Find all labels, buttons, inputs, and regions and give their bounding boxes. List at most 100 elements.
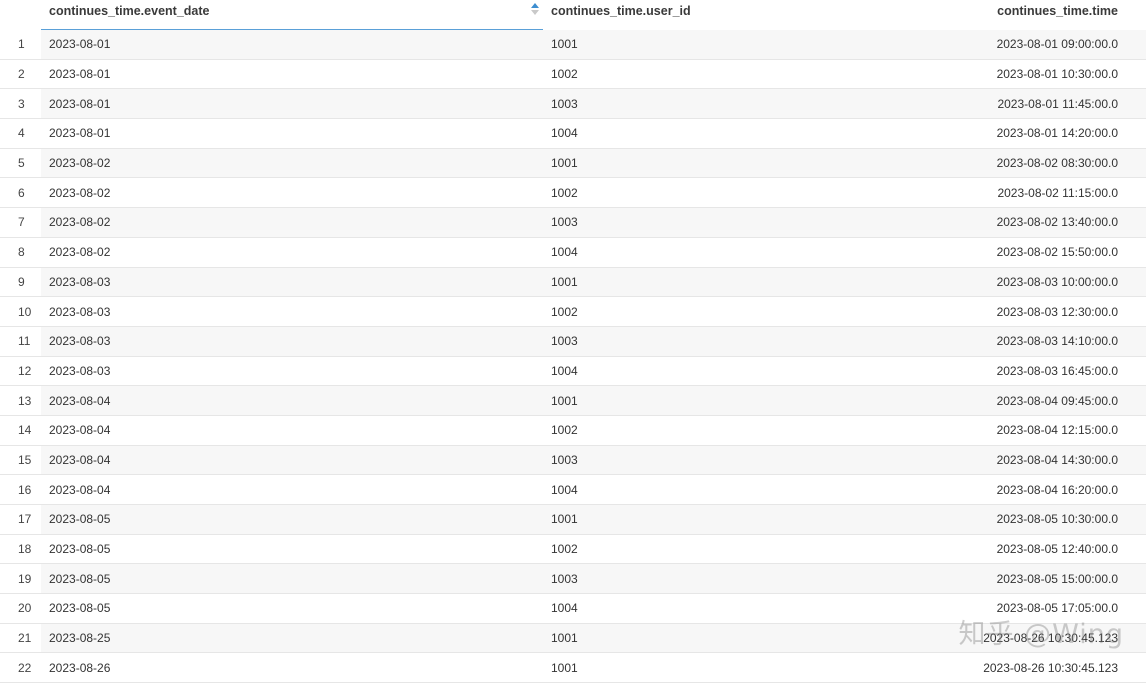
cell-event-date[interactable]: 2023-08-02	[41, 148, 543, 178]
cell-event-date[interactable]: 2023-08-05	[41, 534, 543, 564]
cell-time[interactable]: 2023-08-01 14:20:00.0	[843, 119, 1146, 148]
cell-event-date[interactable]: 2023-08-05	[41, 505, 543, 534]
table-row[interactable]: 20 2023-08-05 1004 2023-08-05 17:05:00.0	[0, 594, 1146, 624]
cell-time[interactable]: 2023-08-04 14:30:00.0	[843, 445, 1146, 475]
cell-event-date[interactable]: 2023-08-01	[41, 119, 543, 148]
cell-event-date[interactable]: 2023-08-01	[41, 30, 543, 59]
cell-user-id[interactable]: 1001	[543, 653, 843, 683]
cell-time[interactable]: 2023-08-01 10:30:00.0	[843, 59, 1146, 89]
cell-user-id[interactable]: 1001	[543, 505, 843, 534]
cell-time[interactable]: 2023-08-03 14:10:00.0	[843, 326, 1146, 356]
cell-time[interactable]: 2023-08-02 08:30:00.0	[843, 148, 1146, 178]
column-header-user-id[interactable]: continues_time.user_id	[543, 0, 843, 30]
column-header-event-date[interactable]: continues_time.event_date	[41, 0, 543, 30]
table-row[interactable]: 2 2023-08-01 1002 2023-08-01 10:30:00.0	[0, 59, 1146, 90]
cell-event-date[interactable]: 2023-08-04	[41, 475, 543, 504]
cell-time[interactable]: 2023-08-03 12:30:00.0	[843, 297, 1146, 326]
row-number: 15	[0, 445, 41, 475]
sort-ascending-icon[interactable]	[531, 3, 539, 16]
cell-user-id[interactable]: 1004	[543, 475, 843, 504]
cell-event-date[interactable]: 2023-08-03	[41, 297, 543, 326]
table-row[interactable]: 14 2023-08-04 1002 2023-08-04 12:15:00.0	[0, 415, 1146, 446]
cell-time[interactable]: 2023-08-02 15:50:00.0	[843, 237, 1146, 267]
table-row[interactable]: 18 2023-08-05 1002 2023-08-05 12:40:00.0	[0, 534, 1146, 565]
cell-user-id[interactable]: 1001	[543, 148, 843, 178]
cell-user-id[interactable]: 1004	[543, 594, 843, 623]
cell-event-date[interactable]: 2023-08-02	[41, 178, 543, 208]
row-number: 18	[0, 534, 41, 564]
table-row[interactable]: 17 2023-08-05 1001 2023-08-05 10:30:00.0	[0, 505, 1146, 535]
cell-user-id[interactable]: 1002	[543, 415, 843, 445]
cell-time[interactable]: 2023-08-04 16:20:00.0	[843, 475, 1146, 504]
row-number: 12	[0, 356, 41, 386]
cell-user-id[interactable]: 1001	[543, 623, 843, 653]
cell-time[interactable]: 2023-08-05 15:00:00.0	[843, 564, 1146, 594]
table-row[interactable]: 12 2023-08-03 1004 2023-08-03 16:45:00.0	[0, 356, 1146, 387]
cell-user-id[interactable]: 1004	[543, 356, 843, 386]
table-row[interactable]: 1 2023-08-01 1001 2023-08-01 09:00:00.0	[0, 30, 1146, 60]
row-number: 1	[0, 30, 41, 59]
cell-time[interactable]: 2023-08-03 10:00:00.0	[843, 267, 1146, 297]
table-row[interactable]: 3 2023-08-01 1003 2023-08-01 11:45:00.0	[0, 89, 1146, 120]
row-number: 2	[0, 59, 41, 89]
table-row[interactable]: 16 2023-08-04 1004 2023-08-04 16:20:00.0	[0, 475, 1146, 505]
cell-time[interactable]: 2023-08-05 10:30:00.0	[843, 505, 1146, 534]
cell-event-date[interactable]: 2023-08-03	[41, 356, 543, 386]
cell-user-id[interactable]: 1001	[543, 386, 843, 415]
cell-time[interactable]: 2023-08-02 11:15:00.0	[843, 178, 1146, 208]
table-row[interactable]: 19 2023-08-05 1003 2023-08-05 15:00:00.0	[0, 564, 1146, 595]
cell-time[interactable]: 2023-08-05 17:05:00.0	[843, 594, 1146, 623]
cell-time[interactable]: 2023-08-04 12:15:00.0	[843, 415, 1146, 445]
cell-user-id[interactable]: 1002	[543, 534, 843, 564]
table-row[interactable]: 5 2023-08-02 1001 2023-08-02 08:30:00.0	[0, 148, 1146, 179]
table-row[interactable]: 6 2023-08-02 1002 2023-08-02 11:15:00.0	[0, 178, 1146, 209]
row-number: 7	[0, 208, 41, 237]
cell-event-date[interactable]: 2023-08-26	[41, 653, 543, 683]
cell-user-id[interactable]: 1003	[543, 89, 843, 119]
table-row[interactable]: 13 2023-08-04 1001 2023-08-04 09:45:00.0	[0, 386, 1146, 416]
table-row[interactable]: 22 2023-08-26 1001 2023-08-26 10:30:45.123	[0, 653, 1146, 683]
cell-time[interactable]: 2023-08-02 13:40:00.0	[843, 208, 1146, 237]
cell-time[interactable]: 2023-08-01 11:45:00.0	[843, 89, 1146, 119]
column-header-time[interactable]: continues_time.time	[843, 0, 1146, 30]
cell-user-id[interactable]: 1002	[543, 178, 843, 208]
cell-time[interactable]: 2023-08-04 09:45:00.0	[843, 386, 1146, 415]
result-grid: continues_time.event_date continues_time…	[0, 0, 1146, 683]
cell-event-date[interactable]: 2023-08-01	[41, 89, 543, 119]
column-header-label: continues_time.time	[997, 4, 1118, 18]
table-row[interactable]: 21 2023-08-25 1001 2023-08-26 10:30:45.123	[0, 623, 1146, 654]
cell-time[interactable]: 2023-08-05 12:40:00.0	[843, 534, 1146, 564]
cell-event-date[interactable]: 2023-08-05	[41, 594, 543, 623]
cell-user-id[interactable]: 1004	[543, 119, 843, 148]
table-row[interactable]: 8 2023-08-02 1004 2023-08-02 15:50:00.0	[0, 237, 1146, 268]
table-row[interactable]: 11 2023-08-03 1003 2023-08-03 14:10:00.0	[0, 326, 1146, 357]
cell-time[interactable]: 2023-08-03 16:45:00.0	[843, 356, 1146, 386]
cell-event-date[interactable]: 2023-08-04	[41, 386, 543, 415]
cell-user-id[interactable]: 1002	[543, 297, 843, 326]
cell-user-id[interactable]: 1002	[543, 59, 843, 89]
table-row[interactable]: 4 2023-08-01 1004 2023-08-01 14:20:00.0	[0, 119, 1146, 149]
table-row[interactable]: 10 2023-08-03 1002 2023-08-03 12:30:00.0	[0, 297, 1146, 327]
cell-event-date[interactable]: 2023-08-25	[41, 623, 543, 653]
cell-user-id[interactable]: 1003	[543, 564, 843, 594]
cell-user-id[interactable]: 1003	[543, 326, 843, 356]
cell-user-id[interactable]: 1003	[543, 445, 843, 475]
cell-user-id[interactable]: 1004	[543, 237, 843, 267]
cell-time[interactable]: 2023-08-26 10:30:45.123	[843, 653, 1146, 683]
table-row[interactable]: 7 2023-08-02 1003 2023-08-02 13:40:00.0	[0, 208, 1146, 238]
table-row[interactable]: 9 2023-08-03 1001 2023-08-03 10:00:00.0	[0, 267, 1146, 298]
cell-event-date[interactable]: 2023-08-01	[41, 59, 543, 89]
cell-user-id[interactable]: 1001	[543, 30, 843, 59]
cell-time[interactable]: 2023-08-26 10:30:45.123	[843, 623, 1146, 653]
cell-event-date[interactable]: 2023-08-03	[41, 267, 543, 297]
cell-event-date[interactable]: 2023-08-05	[41, 564, 543, 594]
cell-event-date[interactable]: 2023-08-02	[41, 237, 543, 267]
table-row[interactable]: 15 2023-08-04 1003 2023-08-04 14:30:00.0	[0, 445, 1146, 476]
cell-event-date[interactable]: 2023-08-02	[41, 208, 543, 237]
cell-event-date[interactable]: 2023-08-04	[41, 415, 543, 445]
cell-time[interactable]: 2023-08-01 09:00:00.0	[843, 30, 1146, 59]
cell-user-id[interactable]: 1003	[543, 208, 843, 237]
cell-event-date[interactable]: 2023-08-03	[41, 326, 543, 356]
cell-event-date[interactable]: 2023-08-04	[41, 445, 543, 475]
cell-user-id[interactable]: 1001	[543, 267, 843, 297]
